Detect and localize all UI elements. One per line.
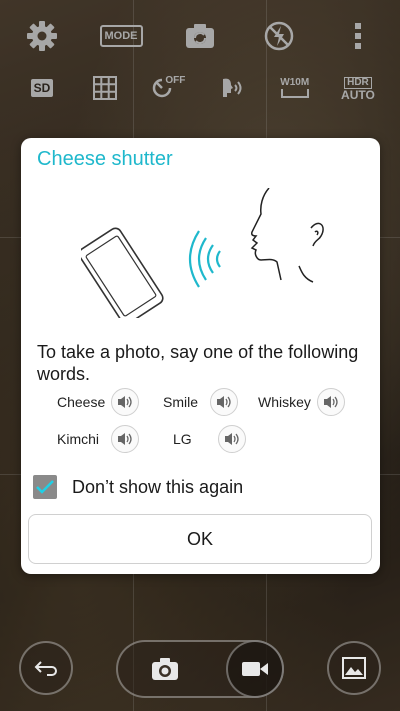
speaker-icon: [224, 433, 239, 445]
play-word-button[interactable]: [210, 388, 239, 416]
back-icon: [34, 661, 57, 676]
word-label: Whiskey: [258, 394, 311, 410]
word-item: LG: [173, 425, 246, 453]
play-word-button[interactable]: [316, 388, 345, 416]
face-illustration: [250, 188, 324, 283]
camera-icon: [152, 658, 178, 680]
checkbox-label: Don’t show this again: [72, 476, 244, 497]
play-word-button[interactable]: [217, 425, 246, 453]
word-item: Cheese: [57, 388, 140, 416]
play-word-button[interactable]: [111, 388, 140, 416]
gallery-icon: [342, 657, 366, 679]
cheese-shutter-dialog: Cheese shutter To take a photo, say one …: [21, 138, 380, 574]
back-button[interactable]: [19, 641, 73, 695]
ok-button[interactable]: OK: [28, 514, 372, 564]
voice-shutter-illustration: [81, 188, 324, 318]
word-label: LG: [173, 431, 192, 447]
video-record-button[interactable]: [226, 640, 284, 698]
checkmark-icon: [36, 480, 54, 494]
dont-show-again-checkbox[interactable]: [33, 475, 57, 499]
word-item: Whiskey: [258, 388, 345, 416]
play-word-button[interactable]: [111, 425, 140, 453]
capture-controls: [116, 640, 284, 698]
video-icon: [242, 662, 268, 676]
photo-capture-button[interactable]: [140, 645, 190, 693]
word-item: Smile: [163, 388, 239, 416]
speaker-icon: [323, 396, 338, 408]
gallery-button[interactable]: [327, 641, 381, 695]
speaker-icon: [118, 433, 132, 445]
word-item: Kimchi: [57, 425, 140, 453]
camera-bottom-bar: [0, 625, 400, 711]
word-label: Cheese: [57, 394, 106, 410]
speaker-icon: [217, 396, 231, 408]
word-label: Smile: [163, 394, 199, 410]
dont-show-again-row[interactable]: Don’t show this again: [33, 475, 243, 499]
dialog-title: Cheese shutter: [37, 148, 173, 170]
word-label: Kimchi: [57, 431, 100, 447]
dialog-message: To take a photo, say one of the followin…: [37, 342, 359, 384]
phone-illustration: [81, 227, 164, 318]
sound-waves-illustration: [188, 230, 221, 288]
speaker-icon: [118, 396, 132, 408]
